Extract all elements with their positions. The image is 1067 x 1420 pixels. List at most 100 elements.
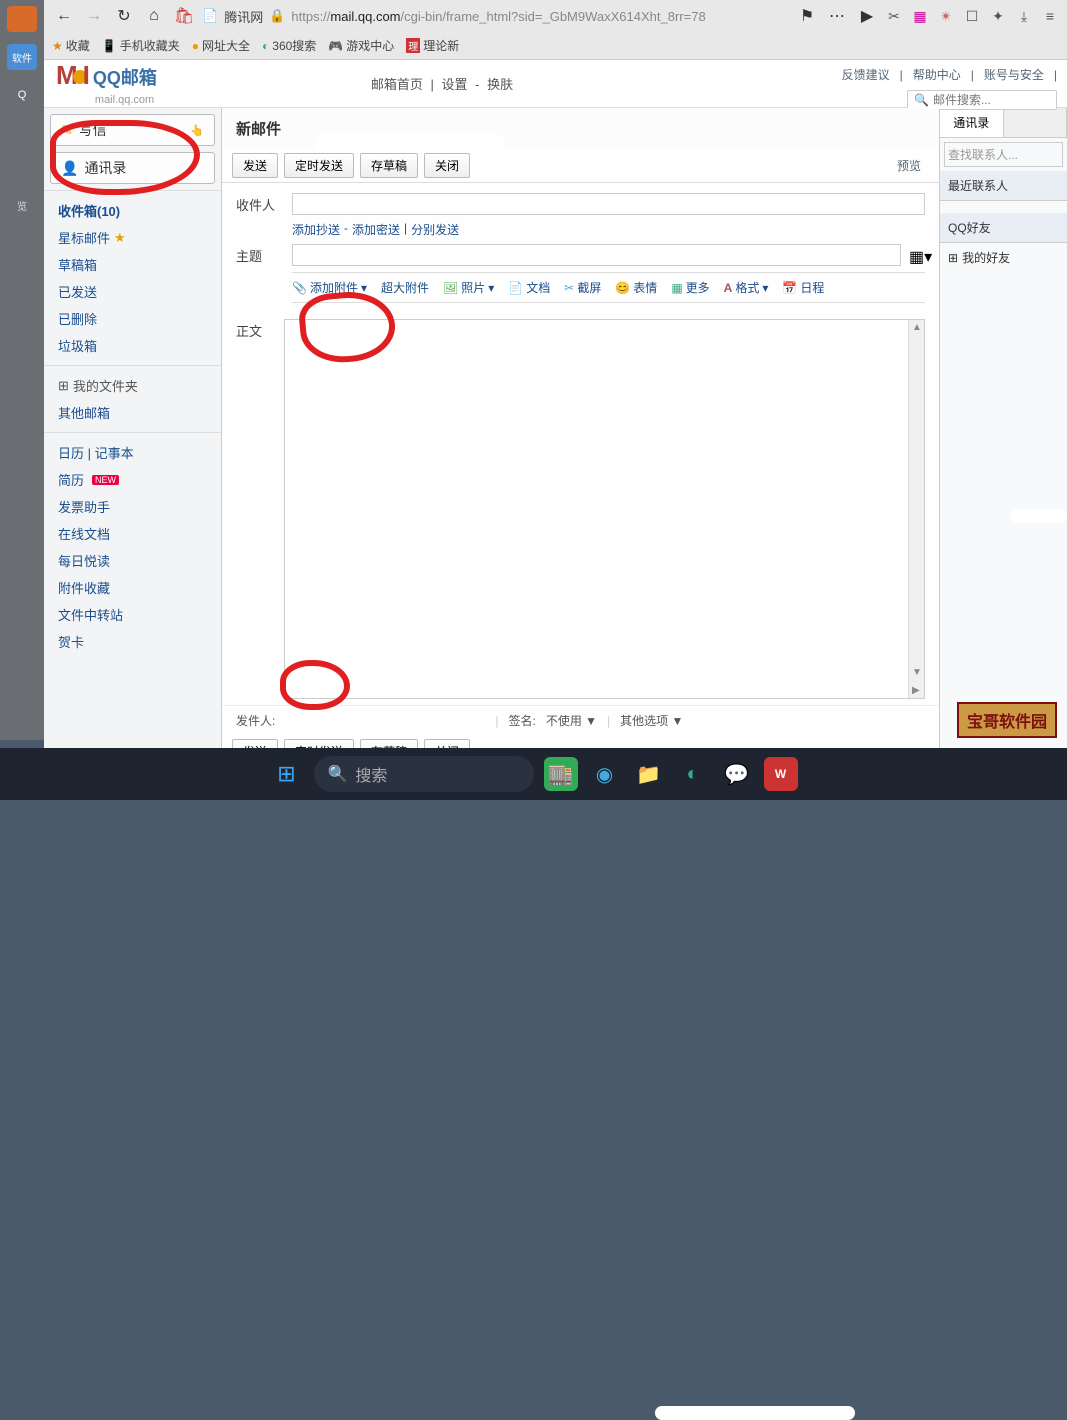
play-icon[interactable]: ▶ [855, 4, 879, 28]
taskbar-wps[interactable]: W [764, 757, 798, 791]
ext-icon-2[interactable]: ✴ [937, 7, 955, 25]
bookmark-theory[interactable]: 理理论新 [406, 37, 459, 54]
body-editor[interactable]: ▲ ▼ ▶ [284, 319, 925, 699]
contacts-panel: 通讯录 查找联系人... 最近联系人 QQ好友 ⊞ 我的好友 [939, 108, 1067, 768]
menu-icon[interactable]: ≡ [1041, 7, 1059, 25]
save-draft-button[interactable]: 存草稿 [360, 153, 418, 178]
ext-icon-1[interactable]: ▦ [911, 7, 929, 25]
recent-contacts-section[interactable]: 最近联系人 [940, 171, 1067, 201]
taskbar-search[interactable]: 🔍 搜索 [314, 756, 534, 792]
folder-online-docs[interactable]: 在线文档 [58, 520, 221, 547]
folder-greeting-cards[interactable]: 贺卡 [58, 628, 221, 655]
contacts-button[interactable]: 👤 通讯录 [50, 152, 215, 184]
folder-attachments[interactable]: 附件收藏 [58, 574, 221, 601]
my-friends-item[interactable]: ⊞ 我的好友 [940, 243, 1067, 272]
big-attachment-button[interactable]: 超大附件 [381, 279, 429, 296]
link-help[interactable]: 帮助中心 [913, 66, 961, 83]
doc-icon: 📄 [508, 281, 523, 295]
folder-daily-read[interactable]: 每日悦读 [58, 547, 221, 574]
refresh-icon[interactable]: ↻ [112, 4, 136, 28]
nav-home[interactable]: 邮箱首页 [371, 77, 423, 92]
contact-search[interactable]: 查找联系人... [944, 142, 1063, 167]
close-button[interactable]: 关闭 [424, 153, 470, 178]
folder-resume[interactable]: 简历NEW [58, 466, 221, 493]
scroll-down-icon[interactable]: ▼ [912, 667, 922, 678]
more-icon[interactable]: ⋯ [825, 4, 849, 28]
bookmark-site-nav[interactable]: ●网址大全 [192, 37, 250, 54]
mail-search[interactable]: 🔍 [907, 90, 1057, 110]
bookmark-360search[interactable]: ◐360搜索 [262, 37, 316, 54]
compose-button[interactable]: ✎ 写信 👆 [50, 114, 215, 146]
folder-inbox[interactable]: 收件箱(10) [58, 197, 221, 224]
add-bcc-link[interactable]: 添加密送 [352, 221, 400, 238]
folder-trash[interactable]: 垃圾箱 [58, 332, 221, 359]
folder-deleted[interactable]: 已删除 [58, 305, 221, 332]
person-icon: 👤 [61, 160, 78, 177]
other-options-link[interactable]: 其他选项 ▼ [620, 712, 683, 729]
folder-sent[interactable]: 已发送 [58, 278, 221, 305]
nav-settings[interactable]: 设置 [442, 77, 468, 92]
mail-header: MI QQ邮箱 mail.qq.com 邮箱首页 | 设置 - 换肤 反馈建议 … [44, 60, 1067, 108]
search-input[interactable] [933, 93, 1050, 107]
back-icon[interactable]: ← [52, 4, 76, 28]
photo-button[interactable]: 🖼照片 ▾ [443, 279, 494, 296]
schedule-button[interactable]: 📅日程 [782, 279, 824, 296]
send-button[interactable]: 发送 [232, 153, 278, 178]
scrollbar[interactable]: ▲ ▼ ▶ [908, 320, 924, 698]
taskbar-explorer[interactable]: 📁 [632, 757, 666, 791]
folder-invoice[interactable]: 发票助手 [58, 493, 221, 520]
add-attachment-button[interactable]: 📎添加附件 ▾ [292, 279, 367, 296]
timed-send-button[interactable]: 定时发送 [284, 153, 354, 178]
puzzle-icon[interactable]: ✦ [989, 7, 1007, 25]
separate-send-link[interactable]: 分别发送 [411, 221, 459, 238]
start-button[interactable]: ⊞ [270, 757, 304, 791]
os-tray-icon[interactable] [7, 6, 37, 32]
download-icon[interactable]: ⤓ [1015, 7, 1033, 25]
to-input[interactable] [292, 193, 925, 215]
doc-button[interactable]: 📄文档 [508, 279, 550, 296]
folder-other-mail[interactable]: 其他邮箱 [58, 399, 221, 426]
taskbar-edge[interactable]: ◉ [588, 757, 622, 791]
link-account-security[interactable]: 账号与安全 [984, 66, 1044, 83]
emoji-button[interactable]: 😊表情 [615, 279, 657, 296]
ext-icon-3[interactable]: ☐ [963, 7, 981, 25]
tab-title: 腾讯网 [224, 7, 263, 26]
folder-drafts[interactable]: 草稿箱 [58, 251, 221, 278]
home-icon[interactable]: ⌂ [142, 4, 166, 28]
grid-toggle-icon[interactable]: ▦▾ [909, 247, 925, 263]
tab-empty[interactable] [1004, 108, 1067, 137]
folder-calendar-notes[interactable]: 日历 | 记事本 [58, 439, 221, 466]
folder-starred[interactable]: 星标邮件 ★ [58, 224, 221, 251]
subject-input[interactable] [292, 244, 901, 266]
taskbar-wechat[interactable]: 💬 [720, 757, 754, 791]
os-tray-icon-q[interactable]: Q [7, 82, 37, 108]
scroll-right-icon[interactable]: ▶ [912, 685, 920, 696]
mail-logo[interactable]: MI QQ邮箱 mail.qq.com [56, 60, 157, 108]
taskbar-browser[interactable]: ◐ [676, 757, 710, 791]
address-bar[interactable]: 📄 腾讯网 🔒 https://mail.qq.com/cgi-bin/fram… [202, 7, 789, 26]
scissors-icon[interactable]: ✂ [885, 7, 903, 25]
subject-label: 主题 [236, 246, 284, 265]
preview-link[interactable]: 预览 [897, 157, 921, 174]
nav-skin[interactable]: 换肤 [487, 77, 513, 92]
my-folders-section[interactable]: ⊞我的文件夹 [58, 372, 221, 399]
header-nav: 邮箱首页 | 设置 - 换肤 [367, 74, 517, 93]
folder-file-station[interactable]: 文件中转站 [58, 601, 221, 628]
forward-icon[interactable]: → [82, 4, 106, 28]
signature-select[interactable]: 不使用 ▼ [546, 712, 597, 729]
tab-contacts[interactable]: 通讯录 [940, 108, 1004, 137]
link-feedback[interactable]: 反馈建议 [842, 66, 890, 83]
flag-icon[interactable]: ⚑ [795, 4, 819, 28]
add-cc-link[interactable]: 添加抄送 [292, 221, 340, 238]
more-button[interactable]: ▦更多 [671, 279, 709, 296]
format-button[interactable]: A格式▾ [724, 279, 769, 296]
bookmark-game-center[interactable]: 🎮游戏中心 [328, 37, 394, 54]
qq-friends-section[interactable]: QQ好友 [940, 213, 1067, 243]
scroll-up-icon[interactable]: ▲ [912, 322, 922, 333]
bookmark-phone-fav[interactable]: 📱手机收藏夹 [102, 37, 180, 54]
recent-contact-item[interactable] [940, 201, 1067, 213]
bookmark-favorites[interactable]: ★收藏 [52, 37, 90, 54]
shop-icon[interactable]: 🛍 [172, 4, 196, 28]
taskbar-app-1[interactable]: 🏬 [544, 757, 578, 791]
screenshot-button[interactable]: ✂截屏 [564, 279, 601, 296]
